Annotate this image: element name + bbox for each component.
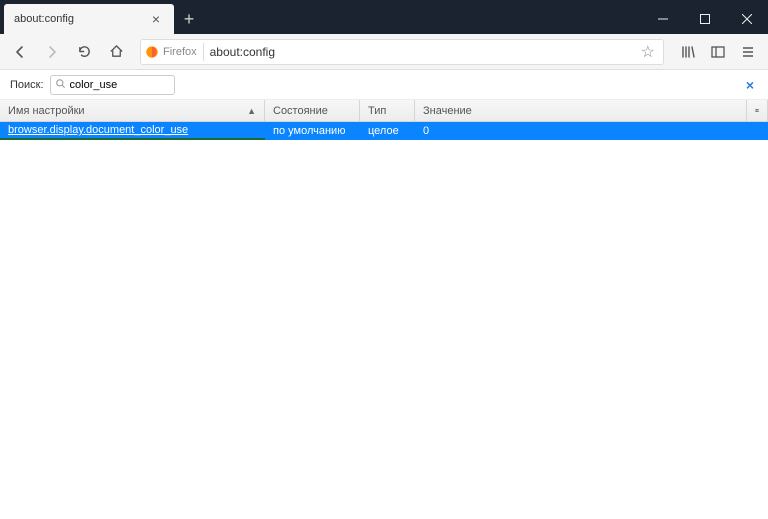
col-type[interactable]: Тип: [360, 100, 415, 121]
reload-button[interactable]: [70, 38, 98, 66]
sort-asc-icon: ▲: [247, 106, 256, 116]
search-label: Поиск:: [10, 79, 44, 91]
identity-label: Firefox: [163, 46, 197, 58]
search-input[interactable]: [70, 79, 170, 91]
window-controls: [642, 4, 768, 34]
col-value[interactable]: Значение: [415, 100, 746, 121]
browser-tab[interactable]: about:config ×: [4, 4, 174, 34]
search-icon: [55, 78, 66, 92]
clear-search-icon[interactable]: ×: [742, 77, 758, 93]
cell-type: целое: [360, 122, 415, 140]
home-button[interactable]: [102, 38, 130, 66]
tab-title: about:config: [14, 13, 148, 25]
col-name-label: Имя настройки: [8, 105, 85, 117]
close-window-button[interactable]: [726, 4, 768, 34]
table-body: browser.display.document_color_use по ум…: [0, 122, 768, 519]
forward-button[interactable]: [38, 38, 66, 66]
search-row: Поиск: ×: [0, 70, 768, 100]
menu-button[interactable]: [734, 38, 762, 66]
toolbar-right: [674, 38, 762, 66]
cell-state: по умолчанию: [265, 122, 360, 140]
search-input-wrap[interactable]: [50, 75, 175, 95]
url-text: about:config: [210, 45, 631, 59]
minimize-button[interactable]: [642, 4, 684, 34]
maximize-button[interactable]: [684, 4, 726, 34]
column-picker-icon[interactable]: [746, 100, 768, 121]
table-row[interactable]: browser.display.document_color_use по ум…: [0, 122, 768, 140]
titlebar: about:config × +: [0, 0, 768, 34]
cell-value: 0: [415, 122, 768, 140]
col-name[interactable]: Имя настройки ▲: [0, 100, 265, 121]
cell-name: browser.display.document_color_use: [0, 122, 265, 140]
sidebar-button[interactable]: [704, 38, 732, 66]
close-tab-icon[interactable]: ×: [148, 11, 164, 27]
url-bar[interactable]: Firefox about:config ☆: [140, 39, 664, 65]
back-button[interactable]: [6, 38, 34, 66]
library-button[interactable]: [674, 38, 702, 66]
table-header: Имя настройки ▲ Состояние Тип Значение: [0, 100, 768, 122]
browser-window: about:config × +: [0, 0, 768, 519]
col-state[interactable]: Состояние: [265, 100, 360, 121]
bookmark-star-icon[interactable]: ☆: [637, 42, 659, 62]
identity-box[interactable]: Firefox: [145, 43, 204, 61]
new-tab-button[interactable]: +: [174, 4, 204, 34]
nav-toolbar: Firefox about:config ☆: [0, 34, 768, 70]
firefox-icon: [145, 45, 159, 59]
